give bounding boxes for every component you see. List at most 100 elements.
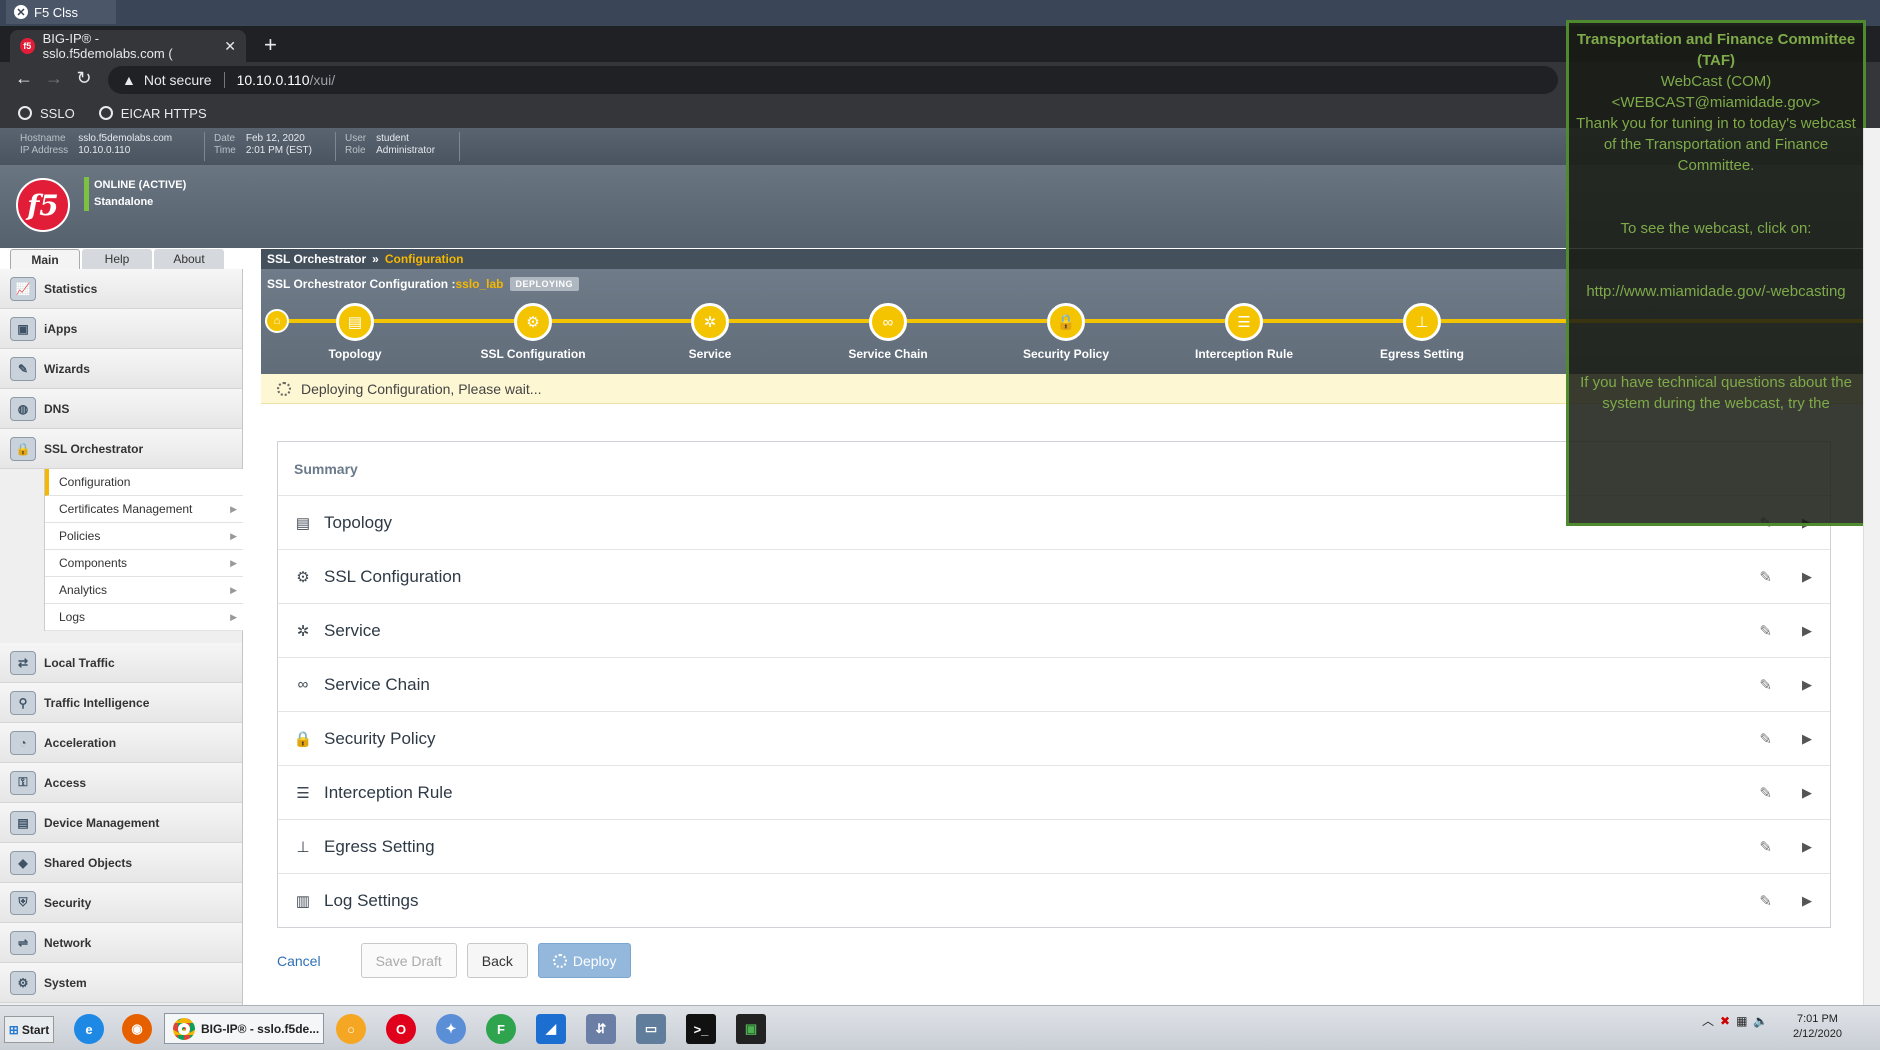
summary-row-egress-setting[interactable]: ⊥ Egress Setting ✎ ▶ [278, 820, 1830, 874]
f-app-icon[interactable]: F [486, 1014, 516, 1044]
chain-link-icon: ∞ [297, 676, 309, 693]
sidebar-item-access[interactable]: ⚿ Access [0, 763, 242, 803]
chevron-right-icon[interactable]: ▶ [1802, 893, 1812, 909]
address-bar[interactable]: ▲ Not secure 10.10.0.110/xui/ [108, 66, 1558, 94]
close-circle-icon[interactable]: ✕ [14, 5, 28, 19]
popup-link[interactable]: http://www.miamidade.gov/-webcasting [1575, 281, 1857, 302]
opera-icon[interactable]: O [386, 1014, 416, 1044]
tray-expand-icon[interactable]: ︿ [1702, 1012, 1714, 1029]
submenu-configuration[interactable]: Configuration [45, 469, 243, 496]
config-name: sslo_lab [455, 277, 504, 291]
step-security-policy[interactable]: 🔒 Security Policy [996, 303, 1136, 361]
terminal-app-icon[interactable]: ▣ [736, 1014, 766, 1044]
network-icon: ⇌ [10, 930, 36, 955]
chevron-right-icon[interactable]: ▶ [1802, 785, 1812, 801]
status-online: ONLINE (ACTIVE) [84, 177, 186, 194]
step-service[interactable]: ✲ Service [640, 303, 780, 361]
sidebar-item-dns[interactable]: ◍ DNS [0, 389, 242, 429]
volume-icon[interactable]: 🔈 [1753, 1014, 1768, 1028]
summary-row-ssl-configuration[interactable]: ⚙ SSL Configuration ✎ ▶ [278, 550, 1830, 604]
pencil-icon[interactable]: ✎ [1759, 730, 1772, 748]
tab-main[interactable]: Main [10, 249, 80, 269]
start-button[interactable]: ⊞ Start [4, 1016, 54, 1043]
tray-app-icon[interactable]: ▦ [1736, 1014, 1747, 1028]
new-tab-icon[interactable]: + [264, 32, 277, 58]
submenu-certificates[interactable]: Certificates Management ▶ [45, 496, 243, 523]
summary-row-log-settings[interactable]: ▥ Log Settings ✎ ▶ [278, 874, 1830, 928]
step-egress-setting[interactable]: ⊥ Egress Setting [1352, 303, 1492, 361]
summary-row-security-policy[interactable]: 🔒 Security Policy ✎ ▶ [278, 712, 1830, 766]
chevron-right-icon[interactable]: ▶ [1802, 839, 1812, 855]
cancel-button[interactable]: Cancel [277, 953, 321, 969]
status-badge: DEPLOYING [509, 277, 580, 291]
step-topology[interactable]: ▤ Topology [285, 303, 425, 361]
network-tool-icon[interactable]: ⇵ [586, 1014, 616, 1044]
sidebar-item-traffic-intelligence[interactable]: ⚲ Traffic Intelligence [0, 683, 242, 723]
remote-desktop-icon[interactable]: ▭ [636, 1014, 666, 1044]
page-scrollbar[interactable] [1863, 128, 1880, 1005]
sidebar-item-local-traffic[interactable]: ⇄ Local Traffic [0, 643, 242, 683]
app-circle-icon[interactable]: ○ [336, 1014, 366, 1044]
back-arrow-icon[interactable]: ← [12, 68, 36, 89]
reload-icon[interactable]: ↻ [72, 68, 96, 89]
network-warning-icon[interactable]: ✖ [1720, 1014, 1730, 1028]
sidebar-item-statistics[interactable]: 📈 Statistics [0, 269, 242, 309]
windows-taskbar: ⊞ Start e ◉ BIG-IP® - sslo.f5de... ○ O ✦ … [0, 1005, 1880, 1050]
submenu-label: Logs [59, 610, 86, 624]
user-value: student [376, 133, 409, 144]
pencil-icon[interactable]: ✎ [1759, 892, 1772, 910]
step-service-chain[interactable]: ∞ Service Chain [818, 303, 958, 361]
chevron-right-icon[interactable]: ▶ [1802, 677, 1812, 693]
breadcrumb-root[interactable]: SSL Orchestrator [267, 252, 366, 266]
sidebar-item-security[interactable]: ⛨ Security [0, 883, 242, 923]
chevron-right-icon[interactable]: ▶ [1802, 569, 1812, 585]
bookmark-sslo[interactable]: SSLO [18, 106, 75, 121]
pencil-icon[interactable]: ✎ [1759, 676, 1772, 694]
email-notification-popup[interactable]: Transportation and Finance Committee (TA… [1566, 20, 1866, 526]
sidebar-item-device-management[interactable]: ▤ Device Management [0, 803, 242, 843]
firefox-icon[interactable]: ◉ [122, 1014, 152, 1044]
bookmark-eicar[interactable]: EICAR HTTPS [98, 106, 207, 121]
deploy-button[interactable]: Deploy [537, 943, 632, 978]
tab-help[interactable]: Help [82, 249, 152, 269]
sidebar-item-wizards[interactable]: ✎ Wizards [0, 349, 242, 389]
summary-row-service-chain[interactable]: ∞ Service Chain ✎ ▶ [278, 658, 1830, 712]
sidebar-item-shared-objects[interactable]: ◆ Shared Objects [0, 843, 242, 883]
remote-session-tab[interactable]: ✕ F5 Clss [6, 0, 116, 24]
sidebar-item-iapps[interactable]: ▣ iApps [0, 309, 242, 349]
sidebar-item-acceleration[interactable]: ◔ Acceleration [0, 723, 242, 763]
sidebar-item-ssl-orchestrator[interactable]: 🔒 SSL Orchestrator [0, 429, 242, 469]
wireshark-icon[interactable]: ◢ [536, 1014, 566, 1044]
submenu-analytics[interactable]: Analytics ▶ [45, 577, 243, 604]
forward-arrow-icon[interactable]: → [42, 68, 66, 89]
submenu-logs[interactable]: Logs ▶ [45, 604, 243, 631]
step-interception-rule[interactable]: ☰ Interception Rule [1174, 303, 1314, 361]
pencil-icon[interactable]: ✎ [1759, 784, 1772, 802]
close-tab-icon[interactable]: ✕ [224, 38, 236, 55]
chevron-right-icon[interactable]: ▶ [1802, 623, 1812, 639]
pencil-icon[interactable]: ✎ [1759, 622, 1772, 640]
save-draft-button[interactable]: Save Draft [360, 943, 457, 978]
submenu-components[interactable]: Components ▶ [45, 550, 243, 577]
command-prompt-icon[interactable]: >_ [686, 1014, 716, 1044]
system-clock[interactable]: 7:01 PM 2/12/2020 [1793, 1012, 1842, 1042]
step-ssl-configuration[interactable]: ⚙ SSL Configuration [463, 303, 603, 361]
summary-row-interception-rule[interactable]: ☰ Interception Rule ✎ ▶ [278, 766, 1830, 820]
sidebar-item-label: iApps [44, 321, 78, 336]
step-label: SSL Configuration [480, 347, 586, 361]
browser-tab[interactable]: f5 BIG-IP® - sslo.f5demolabs.com ( ✕ [10, 30, 246, 62]
tab-about[interactable]: About [154, 249, 224, 269]
taskbar-task-chrome[interactable]: BIG-IP® - sslo.f5de... [164, 1013, 324, 1044]
chevron-right-icon[interactable]: ▶ [1802, 731, 1812, 747]
remote-session-title: F5 Clss [34, 4, 79, 20]
safari-icon[interactable]: ✦ [436, 1014, 466, 1044]
summary-row-service[interactable]: ✲ Service ✎ ▶ [278, 604, 1830, 658]
sidebar-item-network[interactable]: ⇌ Network [0, 923, 242, 963]
sidebar-item-system[interactable]: ⚙ System [0, 963, 242, 1003]
back-button[interactable]: Back [466, 943, 528, 978]
submenu-policies[interactable]: Policies ▶ [45, 523, 243, 550]
internet-explorer-icon[interactable]: e [74, 1014, 104, 1044]
submenu-label: Analytics [59, 583, 108, 597]
pencil-icon[interactable]: ✎ [1759, 568, 1772, 586]
pencil-icon[interactable]: ✎ [1759, 838, 1772, 856]
